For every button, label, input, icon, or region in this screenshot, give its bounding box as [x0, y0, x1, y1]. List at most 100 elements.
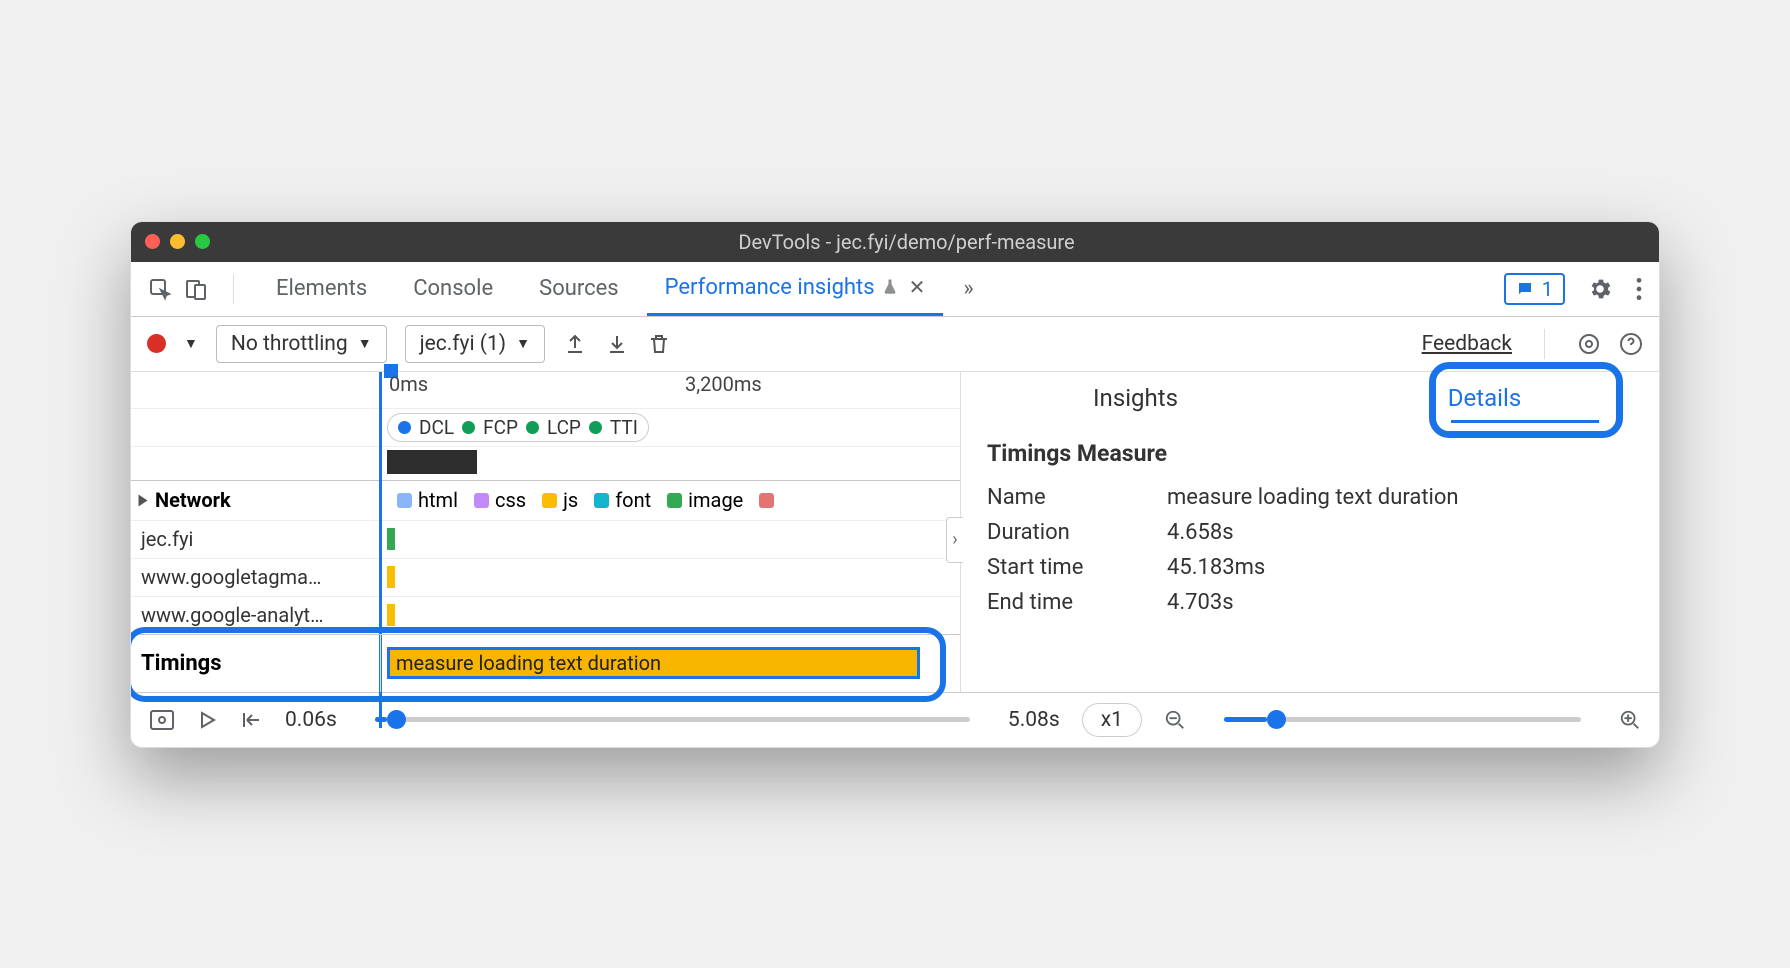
throttling-select[interactable]: No throttling▼	[216, 325, 387, 363]
tab-label: Console	[413, 276, 493, 301]
slider-thumb-icon[interactable]	[387, 710, 406, 729]
panel-settings-gear-icon[interactable]	[1577, 332, 1601, 356]
legend-swatch-icon	[542, 493, 557, 508]
export-icon[interactable]	[563, 332, 587, 356]
legend-swatch-icon	[397, 493, 412, 508]
task-block[interactable]	[387, 450, 477, 474]
host-label: www.google-analyt…	[131, 597, 381, 634]
record-button[interactable]	[147, 334, 166, 353]
ruler-tick-end: 3,200ms	[685, 372, 762, 396]
detail-label: Start time	[987, 555, 1167, 580]
playback-start-time: 0.06s	[285, 708, 337, 732]
marker-dot-icon	[526, 421, 539, 434]
zoom-in-icon[interactable]	[1619, 709, 1641, 731]
marker-label: LCP	[547, 416, 581, 439]
slider-thumb-icon[interactable]	[1267, 710, 1286, 729]
marker-label: TTI	[610, 416, 638, 439]
marker-pill[interactable]: DCL FCP LCP TTI	[387, 413, 649, 442]
help-icon[interactable]	[1619, 332, 1643, 356]
collapse-panel-icon[interactable]: ›	[946, 517, 963, 563]
request-bar[interactable]	[387, 604, 395, 626]
speed-value: x1	[1101, 708, 1123, 732]
tab-details[interactable]: Details	[1310, 372, 1659, 424]
zoom-out-icon[interactable]	[1164, 709, 1186, 731]
settings-gear-icon[interactable]	[1587, 276, 1613, 302]
detail-row: End time4.703s	[987, 590, 1633, 615]
web-vitals-markers: DCL FCP LCP TTI	[131, 408, 960, 446]
inspect-icon[interactable]	[147, 276, 173, 302]
legend-label: html	[418, 488, 458, 512]
tab-sources[interactable]: Sources	[521, 262, 637, 316]
detail-value: measure loading text duration	[1167, 485, 1459, 510]
minimize-window-icon[interactable]	[170, 234, 185, 249]
request-bar[interactable]	[387, 566, 395, 588]
import-icon[interactable]	[605, 332, 629, 356]
main-thread-row	[131, 446, 960, 480]
details-heading: Timings Measure	[987, 440, 1633, 467]
tab-label: Insights	[1093, 384, 1178, 412]
detail-row: Namemeasure loading text duration	[987, 485, 1633, 510]
playback-speed-chip[interactable]: x1	[1082, 703, 1142, 737]
window-title: DevTools - jec.fyi/demo/perf-measure	[228, 230, 1585, 254]
detail-value: 45.183ms	[1167, 555, 1265, 580]
section-label: Network	[155, 488, 231, 512]
legend-label: css	[495, 488, 526, 512]
detail-value: 4.703s	[1167, 590, 1234, 615]
tab-label: Performance insights	[665, 275, 875, 300]
kebab-menu-icon[interactable]	[1635, 276, 1643, 302]
disclosure-triangle-icon[interactable]	[139, 494, 148, 506]
window-controls	[145, 234, 210, 249]
marker-dot-icon	[462, 421, 475, 434]
flask-icon	[881, 278, 899, 296]
network-section-header[interactable]: Network html css js font image	[131, 480, 960, 520]
panel-tabs: Elements Console Sources Performance ins…	[131, 262, 1659, 317]
marker-dot-icon	[589, 421, 602, 434]
user-timing-measure[interactable]: measure loading text duration	[387, 647, 920, 679]
perf-toolbar: ▼ No throttling▼ jec.fyi (1)▼ Feedback	[131, 317, 1659, 372]
time-ruler[interactable]: 0ms 3,200ms	[131, 372, 960, 408]
rewind-icon[interactable]	[239, 710, 263, 730]
tab-label: Elements	[276, 276, 367, 301]
delete-icon[interactable]	[647, 332, 671, 356]
section-label: Timings	[131, 635, 381, 692]
playback-bar: 0.06s 5.08s x1	[131, 692, 1659, 747]
side-tabs: Insights Details	[961, 372, 1659, 424]
toggle-visibility-icon[interactable]	[149, 709, 175, 731]
throttling-value: No throttling	[231, 332, 348, 356]
tab-insights[interactable]: Insights	[961, 372, 1310, 424]
feedback-link[interactable]: Feedback	[1422, 332, 1512, 356]
legend-label: js	[563, 488, 578, 512]
network-row[interactable]: www.googletagma…	[131, 558, 960, 596]
play-icon[interactable]	[197, 710, 217, 730]
devtools-window: DevTools - jec.fyi/demo/perf-measure Ele…	[130, 221, 1660, 748]
playback-slider[interactable]	[375, 717, 970, 722]
record-options-caret-icon[interactable]: ▼	[184, 335, 198, 352]
recording-value: jec.fyi (1)	[420, 332, 507, 356]
titlebar: DevTools - jec.fyi/demo/perf-measure	[131, 222, 1659, 262]
device-toggle-icon[interactable]	[183, 276, 209, 302]
tab-label: Details	[1448, 384, 1521, 412]
request-bar[interactable]	[387, 528, 395, 550]
legend-swatch-icon	[667, 493, 682, 508]
tab-performance-insights[interactable]: Performance insights ✕	[647, 262, 944, 316]
detail-row: Duration4.658s	[987, 520, 1633, 545]
issues-badge[interactable]: 1	[1504, 273, 1565, 305]
main-area: 0ms 3,200ms DCL FCP LCP TTI Network html	[131, 372, 1659, 692]
fullscreen-window-icon[interactable]	[195, 234, 210, 249]
network-row[interactable]: jec.fyi	[131, 520, 960, 558]
host-label: www.googletagma…	[131, 559, 381, 596]
network-row[interactable]: www.google-analyt…	[131, 596, 960, 634]
marker-dot-icon	[398, 421, 411, 434]
tab-console[interactable]: Console	[395, 262, 511, 316]
recording-select[interactable]: jec.fyi (1)▼	[405, 325, 545, 363]
detail-label: End time	[987, 590, 1167, 615]
legend-label: image	[688, 488, 743, 512]
close-window-icon[interactable]	[145, 234, 160, 249]
legend-swatch-icon	[594, 493, 609, 508]
more-tabs-icon[interactable]: »	[963, 276, 973, 301]
close-tab-icon[interactable]: ✕	[909, 275, 926, 299]
measure-label: measure loading text duration	[396, 651, 661, 675]
tab-elements[interactable]: Elements	[258, 262, 385, 316]
detail-label: Duration	[987, 520, 1167, 545]
zoom-slider[interactable]	[1224, 717, 1581, 722]
